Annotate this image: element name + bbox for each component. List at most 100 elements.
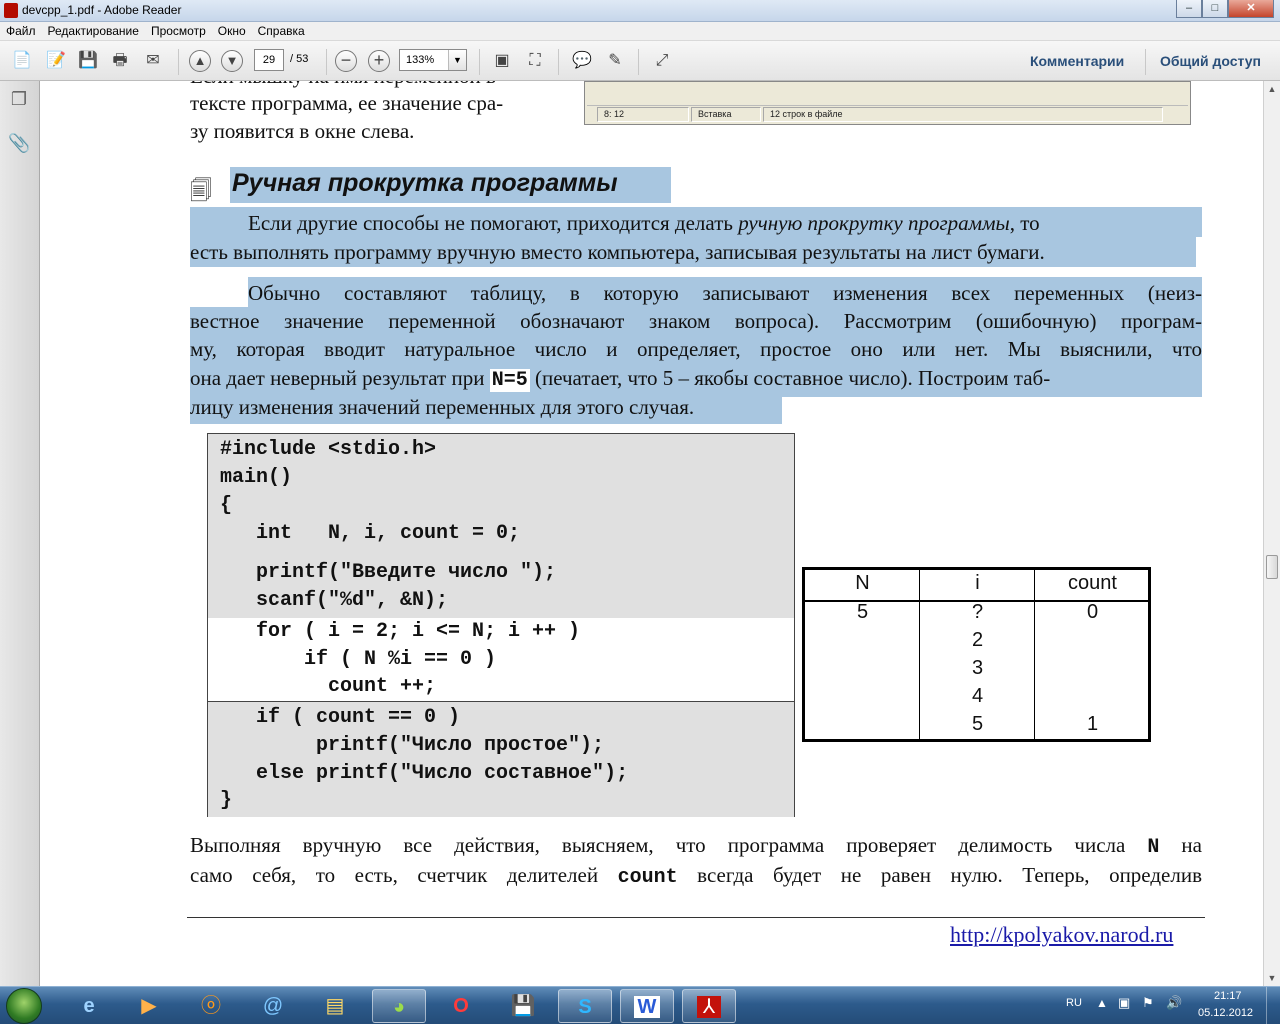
table-cell: 4 xyxy=(971,685,984,707)
para2-line3: му, которая вводит натуральное число и о… xyxy=(190,337,1202,361)
code-line: { xyxy=(220,494,233,517)
code-line: printf("Введите число "); xyxy=(220,561,557,584)
menu-edit[interactable]: Редактирование xyxy=(42,22,145,40)
edit-icon[interactable]: 📝 xyxy=(44,49,68,73)
share-button[interactable]: Общий доступ xyxy=(1160,53,1261,69)
code-listing: #include <stdio.h> main() { int N, i, co… xyxy=(207,433,795,817)
language-indicator[interactable]: RU xyxy=(1066,997,1082,1009)
inline-code: N xyxy=(1147,836,1160,859)
para3-text: на xyxy=(1159,833,1202,857)
screenshot-statusbar: 8: 12 Вставка 12 строк в файле xyxy=(587,107,1188,122)
show-desktop-button[interactable] xyxy=(1266,987,1280,1025)
toolbar-divider xyxy=(558,49,559,75)
code-divider xyxy=(208,618,794,619)
menu-help[interactable]: Справка xyxy=(252,22,311,40)
chevron-down-icon[interactable]: ▼ xyxy=(448,50,466,70)
menu-window[interactable]: Окно xyxy=(212,22,252,40)
para2-line2: вестное значение переменной обозначают з… xyxy=(190,309,1202,333)
taskbar: e ▶ ⓞ @ ▤ ◕ O 💾 S W ⅄ RU ▲ ▣ ⚑ 🔊 21:17 0… xyxy=(0,986,1280,1025)
table-cell: 0 xyxy=(1086,601,1099,623)
para1-line1: Если другие способы не помогают, приходи… xyxy=(248,209,1202,237)
word-icon[interactable]: W xyxy=(620,989,674,1023)
para2-line5: лицу изменения значений переменных для э… xyxy=(190,395,695,419)
table-header: N xyxy=(855,572,870,594)
zoom-in-icon[interactable]: + xyxy=(368,50,390,72)
footer-rule xyxy=(187,917,1205,918)
para3-line1: Выполняя вручную все действия, выясняем,… xyxy=(190,831,1202,862)
highlight-icon[interactable]: ✎ xyxy=(603,49,627,73)
fullscreen-icon[interactable]: ⤢ xyxy=(650,49,674,73)
embedded-screenshot: 8: 12 Вставка 12 строк в файле xyxy=(584,81,1191,125)
next-page-icon[interactable]: ▼ xyxy=(221,50,243,72)
window-title: devcpp_1.pdf - Adobe Reader xyxy=(22,3,182,17)
fit-width-icon[interactable]: ⛶ xyxy=(523,49,547,73)
email-icon[interactable]: ✉ xyxy=(141,49,165,73)
adobe-reader-icon[interactable]: ⅄ xyxy=(682,989,736,1023)
flag-icon[interactable]: ⚑ xyxy=(1142,995,1154,1011)
para3-line2: само себя, то есть, счетчик делителей co… xyxy=(190,861,1202,892)
maximize-button[interactable]: □ xyxy=(1202,0,1228,18)
zoom-out-icon[interactable]: − xyxy=(335,50,357,72)
internet-explorer-icon[interactable]: e xyxy=(62,989,116,1023)
para1-italic: ручную прокрутку программы xyxy=(738,211,1010,235)
save-icon[interactable]: 💾 xyxy=(76,49,100,73)
screenshot-panel xyxy=(587,82,1188,106)
table-header: i xyxy=(975,572,980,594)
system-tray: RU ▲ ▣ ⚑ 🔊 21:17 05.12.2012 xyxy=(1060,987,1280,1025)
zoom-select[interactable]: 133% ▼ xyxy=(399,49,467,71)
para2-line1: Обычно составляют таблицу, в которую зап… xyxy=(248,281,1202,305)
inline-code: count xyxy=(617,866,678,889)
clock-date[interactable]: 05.12.2012 xyxy=(1198,1007,1253,1019)
volume-icon[interactable]: 🔊 xyxy=(1166,995,1182,1011)
para2-line4: она дает неверный результат при N=5 (печ… xyxy=(190,364,1202,395)
adobe-reader-app-icon xyxy=(4,3,18,18)
prev-page-icon[interactable]: ▲ xyxy=(189,50,211,72)
start-button[interactable] xyxy=(6,988,42,1024)
pages-icon[interactable]: ❐ xyxy=(8,89,30,111)
table-header: count xyxy=(1068,572,1117,594)
scroll-up-icon[interactable]: ▲ xyxy=(1264,81,1280,97)
tray-arrow-icon[interactable]: ▲ xyxy=(1096,996,1108,1010)
menu-view[interactable]: Просмотр xyxy=(145,22,212,40)
toolbar-divider xyxy=(326,49,327,75)
code-line: int N, i, count = 0; xyxy=(220,522,521,545)
odnoklassniki-icon[interactable]: ⓞ xyxy=(184,989,238,1023)
inline-code: N=5 xyxy=(489,369,530,392)
toolbar-divider xyxy=(479,49,480,75)
table-cell: ? xyxy=(971,601,984,623)
navigation-panel: ❐ 📎 xyxy=(0,81,40,986)
mail-icon[interactable]: @ xyxy=(246,989,300,1023)
page-total: / 53 xyxy=(290,53,309,65)
browser-icon[interactable]: ◕ xyxy=(372,989,426,1023)
scroll-thumb[interactable] xyxy=(1266,555,1278,579)
floppy-icon[interactable]: 💾 xyxy=(496,989,550,1023)
file-explorer-icon[interactable]: ▤ xyxy=(308,989,362,1023)
status-position: 8: 12 xyxy=(597,107,689,122)
opera-icon[interactable]: O xyxy=(434,989,488,1023)
vertical-scrollbar[interactable]: ▲ ▼ xyxy=(1263,81,1280,986)
code-line: else printf("Число составное"); xyxy=(220,762,629,785)
close-button[interactable]: ✕ xyxy=(1228,0,1274,18)
attachments-icon[interactable]: 📎 xyxy=(8,133,30,155)
minimize-button[interactable]: – xyxy=(1176,0,1202,18)
comment-icon[interactable]: 💬 xyxy=(570,49,594,73)
comments-button[interactable]: Комментарии xyxy=(1030,53,1124,69)
network-icon[interactable]: ▣ xyxy=(1118,995,1130,1011)
para2-text: (печатает, что 5 – якобы составное число… xyxy=(529,366,1051,390)
para2-text: она дает неверный результат при xyxy=(190,366,490,390)
trace-table: N i count 5 ? 2 3 4 5 0 1 xyxy=(802,567,1151,742)
code-line: #include <stdio.h> xyxy=(220,438,437,461)
status-lines: 12 строк в файле xyxy=(763,107,1163,122)
page-number-input[interactable]: 29 xyxy=(254,49,284,71)
menu-file[interactable]: Файл xyxy=(0,22,42,40)
media-player-icon[interactable]: ▶ xyxy=(122,989,176,1023)
clock-time[interactable]: 21:17 xyxy=(1214,990,1242,1002)
create-icon[interactable]: 📄 xyxy=(10,49,34,73)
scroll-down-icon[interactable]: ▼ xyxy=(1264,970,1280,986)
skype-icon[interactable]: S xyxy=(558,989,612,1023)
section-heading: Ручная прокрутка программы xyxy=(232,169,618,197)
print-icon[interactable]: 🖶 xyxy=(108,49,132,73)
footer-link[interactable]: http://kpolyakov.narod.ru xyxy=(950,922,1173,948)
fit-page-icon[interactable]: ▣ xyxy=(490,49,514,73)
table-cell: 5 xyxy=(971,713,984,735)
